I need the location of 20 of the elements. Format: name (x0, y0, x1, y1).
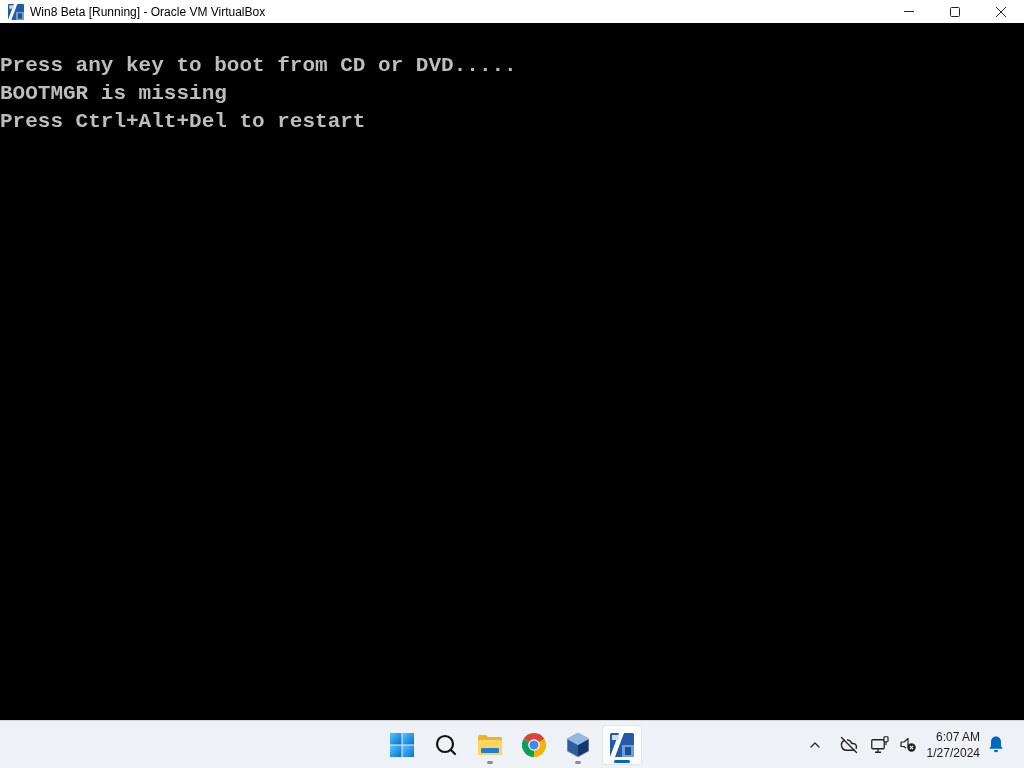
window-title: Win8 Beta [Running] - Oracle VM VirtualBox (30, 3, 266, 21)
tricolor-circle-icon (522, 732, 546, 757)
clock-button[interactable]: 6:07 AM 1/27/2024 (922, 724, 984, 765)
close-icon (996, 6, 1006, 17)
cube-icon (567, 732, 589, 757)
bell-icon (989, 736, 1003, 753)
app-icon (8, 3, 24, 20)
folder-icon (478, 734, 502, 755)
console-line: BOOTMGR is missing (0, 81, 227, 107)
taskbar-app-button[interactable] (602, 724, 642, 765)
four-squares-icon (390, 732, 414, 757)
volume-muted-icon (899, 737, 916, 752)
console-line: Press any key to boot from CD or DVD..... (0, 53, 517, 79)
minimize-icon (904, 11, 914, 12)
search-icon (434, 732, 458, 757)
cloud-off-icon (839, 735, 858, 754)
network-icon (870, 736, 889, 753)
maximize-icon (950, 6, 960, 17)
window-tile-icon (610, 732, 634, 757)
console-line: Press Ctrl+Alt+Del to restart (0, 109, 366, 135)
